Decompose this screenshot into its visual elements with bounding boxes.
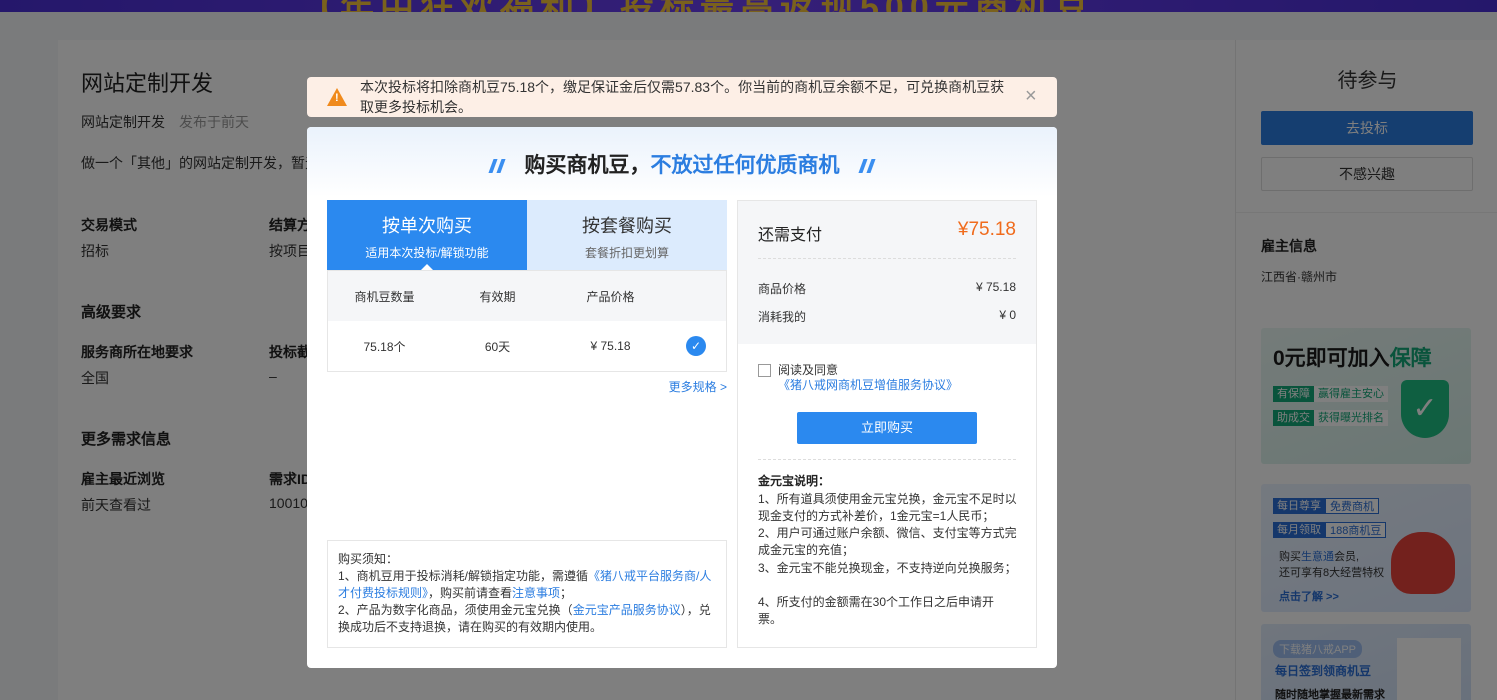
check-icon[interactable]: ✓ [686,336,706,356]
amount-due-label: 还需支付 [758,227,823,244]
gold-ingot-rule: 3、金元宝不能兑换现金，不支持逆向兑换服务； [758,561,1017,575]
warning-icon: ! [327,88,347,106]
gold-ingot-agreement-link[interactable]: 金元宝产品服务协议 [573,603,681,617]
spec-table: 商机豆数量 有效期 产品价格 75.18个 60天 ¥ 75.18 ✓ [327,270,727,372]
validity-period: 60天 [484,339,511,354]
column-header: 产品价格 [586,289,635,304]
column-header: 商机豆数量 [354,289,415,304]
tab-package-purchase[interactable]: 按套餐购买 套餐折扣更划算 [527,200,727,270]
table-header: 商机豆数量 有效期 产品价格 [328,271,726,321]
close-icon[interactable]: × [1025,86,1037,106]
item-price-value: ¥ 75.18 [975,280,1016,294]
gold-ingot-title: 金元宝说明： [758,474,831,488]
gold-ingot-rule: 2、用户可通过账户余额、微信、支付宝等方式完成金元宝的充值； [758,526,1017,557]
consume-value: ¥ 0 [999,308,1016,322]
bean-quantity: 75.18个 [363,339,406,354]
buy-now-button[interactable]: 立即购买 [797,412,977,444]
notice-item-1: 1、商机豆用于投标消耗/解锁指定功能，需遵循《猪八戒平台服务商/人才付费投标规则… [338,569,712,600]
payment-summary: 还需支付 ¥75.18 商品价格 ¥ 75.18 消耗我的 ¥ 0 [738,201,1036,344]
column-header: 有效期 [479,289,516,304]
alert-text: 本次投标将扣除商机豆75.18个，缴足保证金后仅需57.83个。你当前的商机豆余… [360,79,1005,115]
purchase-modal: 购买商机豆，不放过任何优质商机 按单次购买 适用本次投标/解锁功能 按套餐购买 … [307,127,1057,668]
notice-item-2: 2、产品为数字化商品，须使用金元宝兑换（金元宝产品服务协议），兑换成功后不支持退… [338,603,711,634]
slash-decoration-icon [866,159,876,174]
balance-alert: ! 本次投标将扣除商机豆75.18个，缴足保证金后仅需57.83个。你当前的商机… [307,77,1057,117]
tab-single-purchase[interactable]: 按单次购买 适用本次投标/解锁功能 [327,200,527,270]
purchase-tabs: 按单次购买 适用本次投标/解锁功能 按套餐购买 套餐折扣更划算 [327,200,727,270]
product-price: ¥ 75.18 [590,339,631,353]
more-spec-link[interactable]: 更多规格 > [669,378,727,395]
agreement-checkbox[interactable] [758,364,771,377]
service-agreement-link[interactable]: 《猪八戒网商机豆增值服务协议》 [778,378,958,392]
consume-label: 消耗我的 [758,310,807,324]
notes-link[interactable]: 注意事项 [512,586,560,600]
amount-due-value: ¥75.18 [957,219,1016,240]
divider [758,258,1016,259]
gold-ingot-rule: 1、所有道具须使用金元宝兑换，金元宝不足时以现金支付的方式补差价，1金元宝=1人… [758,492,1017,523]
slash-decoration-icon [496,159,506,174]
gold-ingot-rule: 4、所支付的金额需在30个工作日之后申请开票。 [758,595,995,626]
notice-title: 购买须知： [338,552,399,566]
purchase-notice: 购买须知： 1、商机豆用于投标消耗/解锁指定功能，需遵循《猪八戒平台服务商/人才… [327,540,727,648]
modal-title: 购买商机豆，不放过任何优质商机 [307,149,1057,179]
agreement-checkbox-row[interactable]: 阅读及同意《猪八戒网商机豆增值服务协议》 [758,363,1018,393]
payment-panel: 还需支付 ¥75.18 商品价格 ¥ 75.18 消耗我的 ¥ 0 阅读及同意《… [737,200,1037,648]
purchase-options: 按单次购买 适用本次投标/解锁功能 按套餐购买 套餐折扣更划算 商机豆数量 有效… [327,200,727,648]
table-row[interactable]: 75.18个 60天 ¥ 75.18 ✓ [328,321,726,371]
divider [758,459,1016,460]
item-price-label: 商品价格 [758,282,807,296]
